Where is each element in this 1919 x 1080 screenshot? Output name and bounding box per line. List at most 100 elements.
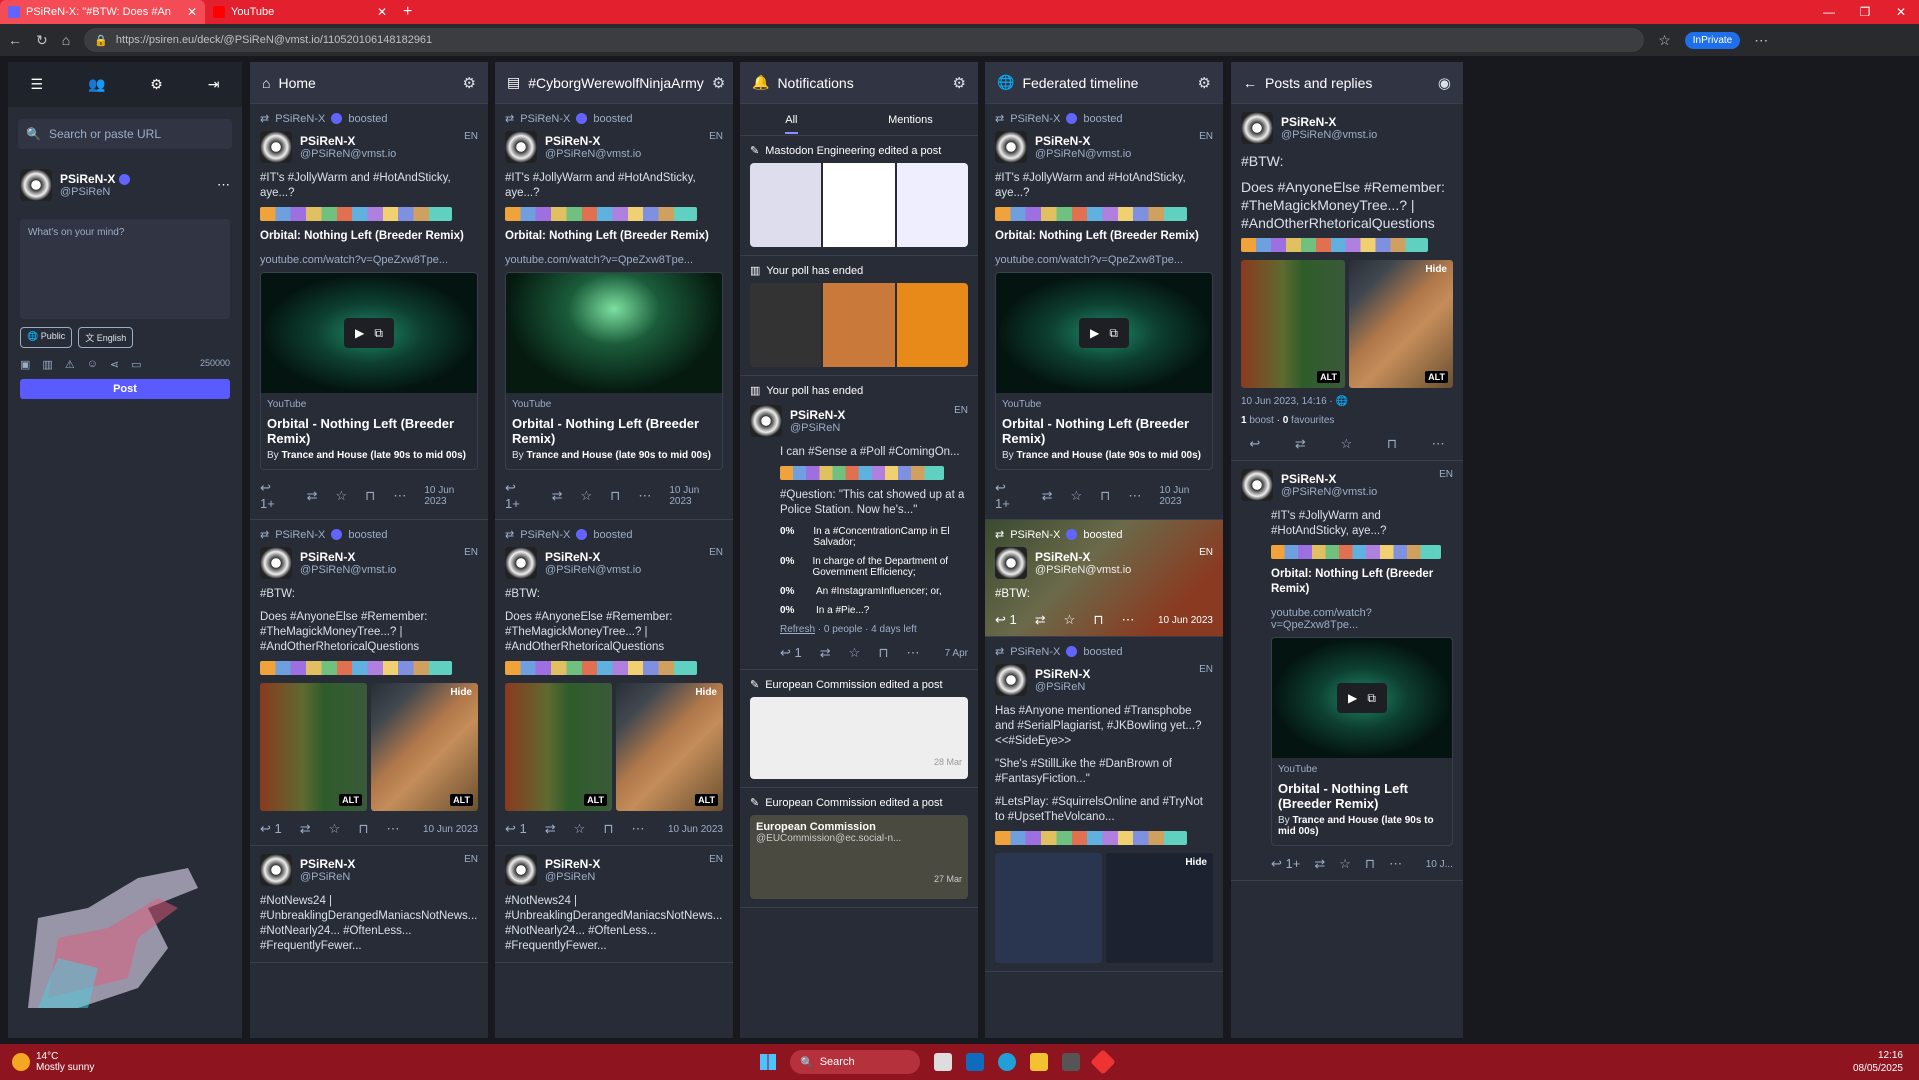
status-date[interactable]: 10 Jun 2023 <box>423 824 478 835</box>
display-name[interactable]: PSiReN-X <box>1281 472 1377 486</box>
close-tab-icon[interactable]: ✕ <box>377 5 387 19</box>
avatar[interactable] <box>505 131 537 163</box>
bookmark-button[interactable]: ⊓ <box>365 488 375 504</box>
display-name[interactable]: PSiReN-X <box>300 550 396 564</box>
tab-youtube[interactable]: YouTube ✕ <box>205 0 395 24</box>
notification[interactable]: ✎ Mastodon Engineering edited a post <box>740 136 978 256</box>
avatar[interactable] <box>260 854 292 886</box>
close-tab-icon[interactable]: ✕ <box>187 5 197 19</box>
alt-badge[interactable]: ALT <box>1317 371 1340 383</box>
poll-icon[interactable]: ▥ <box>42 358 52 371</box>
system-clock[interactable]: 12:16 08/05/2025 <box>1853 1049 1903 1075</box>
display-name[interactable]: PSiReN-X <box>1035 550 1131 564</box>
emoji-icon[interactable]: ☺ <box>87 358 98 371</box>
back-icon[interactable]: ← <box>8 32 22 48</box>
hide-media-button[interactable]: Hide <box>1185 857 1207 868</box>
boost-button[interactable]: ⇄ <box>545 821 556 837</box>
task-view-icon[interactable] <box>934 1053 952 1071</box>
status-link[interactable]: youtube.com/watch?v=QpeZxw8Tpe... <box>505 254 723 266</box>
media-image[interactable]: ALT <box>260 683 367 811</box>
status-date[interactable]: 10 Jun 2023 <box>669 485 723 507</box>
media-gallery[interactable]: ALT Hide ALT <box>505 683 723 811</box>
more-button[interactable]: ⋯ <box>1121 612 1134 628</box>
column-header[interactable]: ⌂ Home ⚙ <box>250 62 488 104</box>
compose-textarea[interactable]: What's on your mind? <box>20 219 230 319</box>
bookmark-button[interactable]: ⊓ <box>878 645 888 661</box>
tab-all[interactable]: All <box>785 114 798 134</box>
outlook-icon[interactable] <box>966 1053 984 1071</box>
favourite-button[interactable]: ☆ <box>1071 488 1083 504</box>
language-button[interactable]: 文 English <box>78 327 134 348</box>
status[interactable]: PSiReN-X @PSiReN@vmst.io EN #IT's #JollyW… <box>1231 461 1463 881</box>
media-gallery[interactable]: Hide <box>995 853 1213 963</box>
media-preview[interactable]: 28 Mar <box>750 697 968 779</box>
favourite-label[interactable]: favourites <box>1291 415 1334 426</box>
search-input[interactable]: 🔍 Search or paste URL <box>18 119 232 149</box>
favourite-button[interactable]: ☆ <box>1339 856 1351 872</box>
url-field[interactable]: 🔒 https://psiren.eu/deck/@PSiReN@vmst.io… <box>84 28 1645 52</box>
people-icon[interactable]: 👥 <box>88 76 105 93</box>
boost-button[interactable]: ⇄ <box>1035 612 1046 628</box>
boost-label[interactable]: boost <box>1249 415 1273 426</box>
home-icon[interactable]: ⌂ <box>62 32 70 48</box>
alt-badge[interactable]: ALT <box>695 794 718 806</box>
restore-button[interactable]: ❐ <box>1847 5 1883 19</box>
reply-button[interactable]: ↩ <box>1249 436 1260 452</box>
avatar[interactable] <box>260 547 292 579</box>
hide-media-button[interactable]: Hide <box>450 687 472 698</box>
link-card[interactable]: ▶ ⧉ YouTube Orbital - Nothing Left (Breed… <box>260 272 478 470</box>
boost-button[interactable]: ⇄ <box>300 821 311 837</box>
video-thumbnail[interactable] <box>506 273 722 393</box>
status[interactable]: ⇄ PSiReN-X boosted PSiReN-X @PSiReN@vmst.io… <box>495 520 733 846</box>
logout-icon[interactable]: ⇥ <box>208 76 220 93</box>
hide-media-button[interactable]: Hide <box>695 687 717 698</box>
avatar[interactable] <box>505 854 537 886</box>
more-button[interactable]: ⋯ <box>1432 436 1445 452</box>
poll-refresh-link[interactable]: Refresh <box>780 624 815 635</box>
eye-icon[interactable]: ◉ <box>1438 74 1451 92</box>
alt-badge[interactable]: ALT <box>450 794 473 806</box>
bookmark-button[interactable]: ⊓ <box>610 488 620 504</box>
favourite-button[interactable]: ☆ <box>574 821 586 837</box>
notification[interactable]: ✎ European Commission edited a post 28 Ma… <box>740 670 978 788</box>
preferences-icon[interactable]: ⚙ <box>150 76 163 93</box>
status-link[interactable]: youtube.com/watch?v=QpeZxw8Tpe... <box>1271 607 1453 631</box>
status-timestamp[interactable]: 10 Jun 2023, 14:16 · 🌐 <box>1241 396 1453 407</box>
notification[interactable]: ▥ Your poll has ended PSiReN-X @PSiReN EN … <box>740 376 978 670</box>
status[interactable]: PSiReN-X @PSiReN EN #NotNews24 | #Unbreak… <box>250 846 488 963</box>
avatar[interactable] <box>995 664 1027 696</box>
reply-button[interactable]: ↩ 1 <box>505 821 527 837</box>
status[interactable]: ⇄ PSiReN-X boosted PSiReN-X @PSiReN@vmst.io… <box>985 104 1223 520</box>
boost-button[interactable]: ⇄ <box>820 645 831 661</box>
status-date[interactable]: 10 Jun 2023 <box>424 485 478 507</box>
more-button[interactable]: ⋯ <box>386 821 399 837</box>
media-preview[interactable] <box>750 283 968 367</box>
avatar[interactable] <box>995 547 1027 579</box>
more-button[interactable]: ⋯ <box>1128 488 1141 504</box>
play-button[interactable]: ▶ ⧉ <box>1079 318 1129 348</box>
bookmark-button[interactable]: ⊓ <box>603 821 613 837</box>
media-image[interactable]: Hide ALT <box>616 683 723 811</box>
more-button[interactable]: ⋯ <box>906 645 919 661</box>
boost-button[interactable]: ⇄ <box>307 488 318 504</box>
booster-name[interactable]: PSiReN-X <box>275 529 325 541</box>
display-name[interactable]: PSiReN-X <box>1281 115 1377 129</box>
status-date[interactable]: 7 Apr <box>945 648 968 659</box>
post-button[interactable]: Post <box>20 379 230 399</box>
reply-button[interactable]: ↩ 1+ <box>995 480 1024 511</box>
media-preview[interactable] <box>750 163 968 247</box>
bookmark-button[interactable]: ⊓ <box>1093 612 1103 628</box>
status-link[interactable]: youtube.com/watch?v=QpeZxw8Tpe... <box>995 254 1213 266</box>
boost-button[interactable]: ⇄ <box>552 488 563 504</box>
status[interactable]: ⇄ PSiReN-X boosted PSiReN-X @PSiReN@vmst.io… <box>250 520 488 846</box>
booster-name[interactable]: PSiReN-X <box>1010 529 1060 541</box>
weather-widget[interactable]: 14°C Mostly sunny <box>0 1051 94 1073</box>
windows-start-icon[interactable] <box>760 1054 776 1070</box>
display-name[interactable]: PSiReN-X <box>300 134 396 148</box>
status[interactable]: ⇄ PSiReN-X boosted PSiReN-X @PSiReN@vmst.io… <box>250 104 488 520</box>
media-image[interactable]: ALT <box>1241 260 1345 388</box>
status[interactable]: ⇄ PSiReN-X boosted PSiReN-X @PSiReN@vmst.io… <box>495 104 733 520</box>
more-button[interactable]: ⋯ <box>638 488 651 504</box>
play-button[interactable]: ▶ ⧉ <box>1337 683 1387 713</box>
boost-button[interactable]: ⇄ <box>1314 856 1325 872</box>
